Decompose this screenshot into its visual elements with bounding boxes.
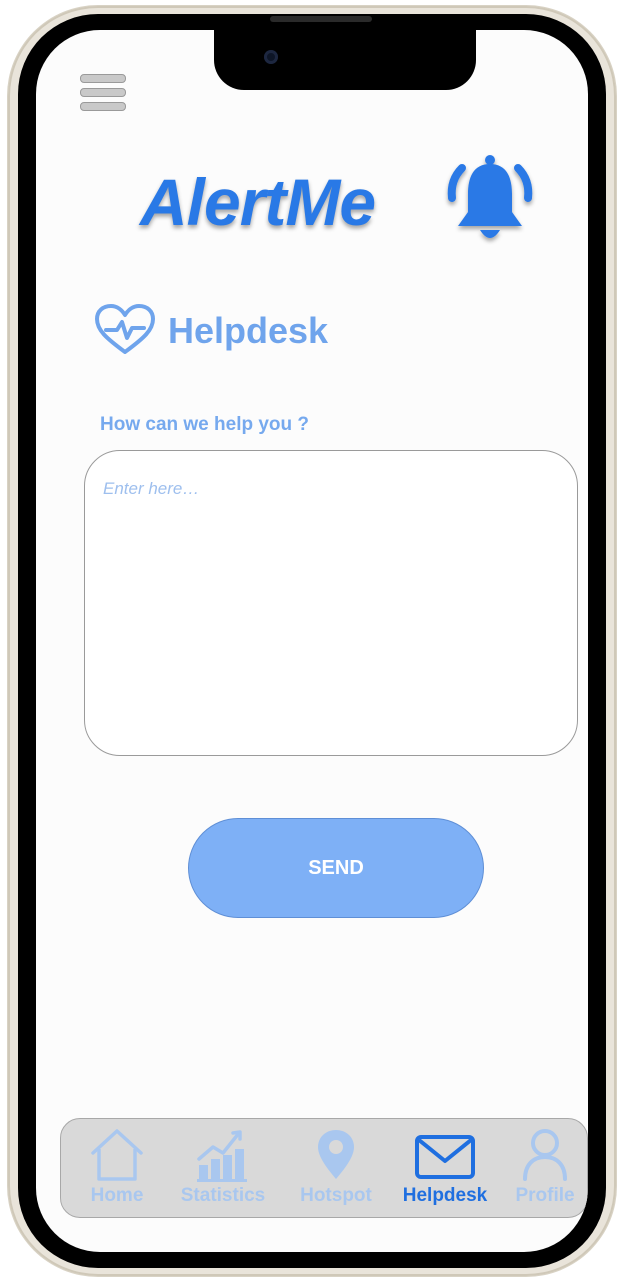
phone-top-ridge	[270, 16, 372, 22]
envelope-icon	[415, 1135, 475, 1179]
phone-notch	[214, 30, 476, 90]
message-placeholder: Enter here…	[103, 479, 200, 498]
statistics-icon	[197, 1130, 247, 1182]
map-pin-icon	[318, 1130, 354, 1179]
page-title: Helpdesk	[168, 310, 329, 351]
menu-line	[80, 102, 126, 111]
home-icon	[91, 1129, 143, 1181]
app-screen: AlertMe Helpdesk How can we help you ? E…	[36, 30, 588, 1252]
page-header: Helpdesk	[92, 302, 412, 362]
tab-profile[interactable]: Profile	[509, 1125, 581, 1213]
hamburger-menu-icon[interactable]	[78, 74, 128, 114]
tab-label: Profile	[515, 1185, 575, 1206]
app-name: AlertMe	[140, 165, 376, 239]
helpdesk-prompt-label: How can we help you ?	[100, 414, 310, 435]
send-button[interactable]: SEND	[188, 818, 484, 918]
tab-home[interactable]: Home	[79, 1125, 155, 1213]
app-logo: AlertMe	[140, 146, 560, 256]
tab-label: Home	[90, 1185, 144, 1206]
tab-helpdesk[interactable]: Helpdesk	[393, 1125, 497, 1213]
tab-hotspot[interactable]: Hotspot	[291, 1125, 381, 1213]
menu-line	[80, 74, 126, 83]
bottom-tab-bar: Home Statistics Hotspot Helpdesk Profile	[60, 1118, 588, 1218]
tab-label: Hotspot	[300, 1185, 372, 1206]
tab-label: Statistics	[180, 1185, 266, 1206]
helpdesk-message-input[interactable]: Enter here…	[84, 450, 578, 756]
user-icon	[523, 1129, 567, 1181]
front-camera-icon	[264, 50, 278, 64]
heart-pulse-icon	[95, 304, 155, 354]
bell-ringing-icon	[447, 155, 533, 238]
menu-line	[80, 88, 126, 97]
tab-label: Helpdesk	[402, 1185, 488, 1206]
tab-statistics[interactable]: Statistics	[169, 1125, 277, 1213]
